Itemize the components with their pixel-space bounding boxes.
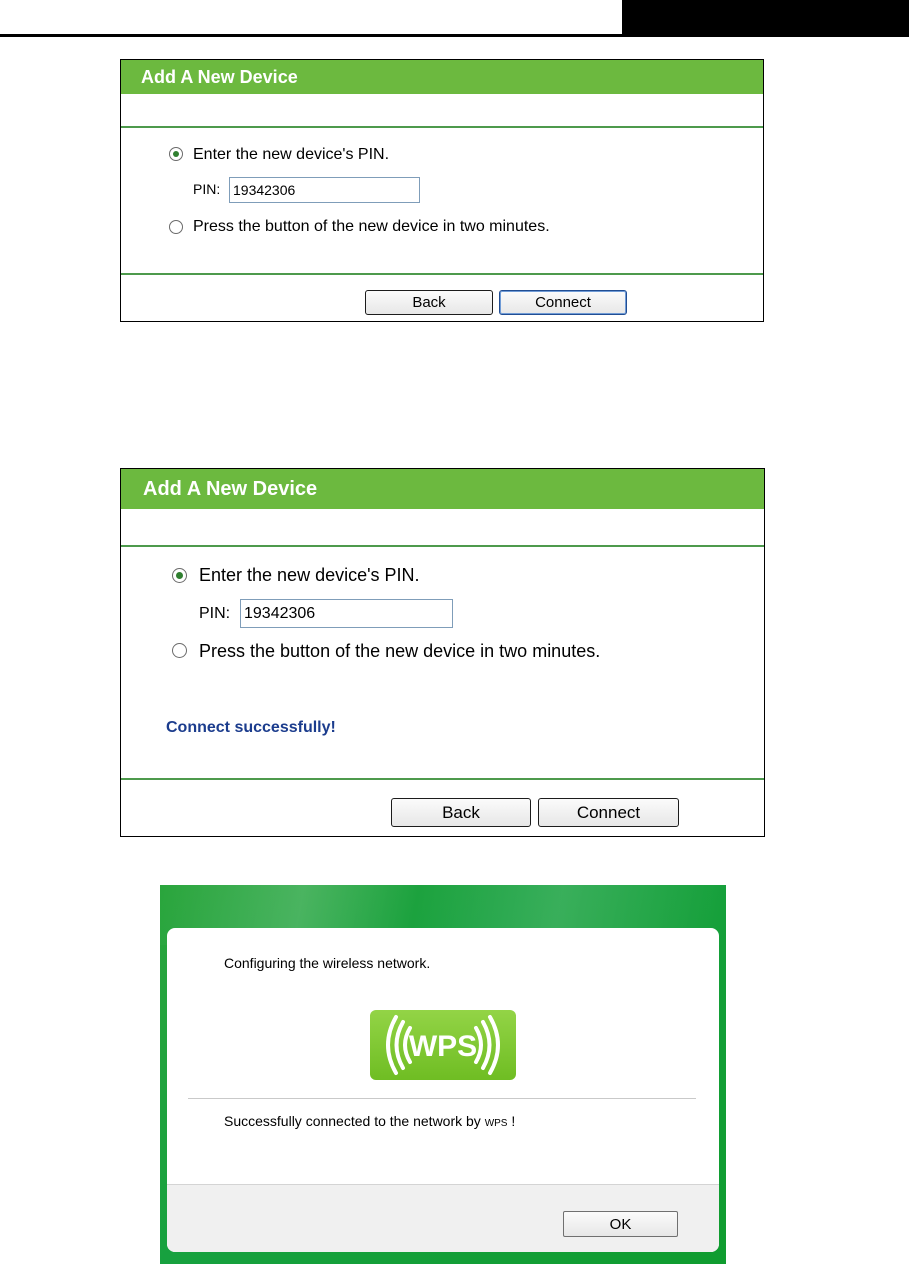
header-rule	[0, 34, 909, 37]
ok-button[interactable]: OK	[563, 1211, 678, 1237]
wps-logo-icon: WPS	[370, 1010, 516, 1080]
radio-selected-dot	[176, 572, 183, 579]
radio-pin-option[interactable]	[169, 147, 183, 161]
radio-pin-option[interactable]	[172, 568, 187, 583]
success-message: Successfully connected to the network by…	[224, 1113, 515, 1129]
success-message-prefix: Successfully connected to the network by	[224, 1113, 481, 1129]
pin-label: PIN:	[199, 605, 231, 622]
radio-selected-dot	[173, 151, 179, 157]
add-device-panel-initial: Add A New Device Enter the new device's …	[120, 59, 764, 322]
configuring-message: Configuring the wireless network.	[224, 955, 431, 971]
back-button[interactable]: Back	[391, 798, 531, 827]
divider	[188, 1098, 696, 1099]
divider	[121, 545, 764, 547]
wps-logo-graphic: WPS	[386, 1015, 500, 1075]
option-push-button-label: Press the button of the new device in tw…	[199, 641, 601, 661]
wps-dialog: Configuring the wireless network. WPS Su…	[160, 885, 726, 1264]
dialog-content: Configuring the wireless network. WPS Su…	[167, 928, 719, 1252]
option-pin-label: Enter the new device's PIN.	[199, 565, 420, 585]
connect-button[interactable]: Connect	[538, 798, 679, 827]
connect-button[interactable]: Connect	[499, 290, 627, 315]
header-black-block	[622, 0, 909, 37]
pin-input[interactable]	[240, 599, 453, 628]
divider	[121, 778, 764, 780]
wps-logo-text: WPS	[409, 1030, 477, 1063]
back-button[interactable]: Back	[365, 290, 493, 315]
option-pin-label: Enter the new device's PIN.	[193, 146, 390, 163]
pin-input[interactable]	[229, 177, 420, 203]
add-device-panel-success: Add A New Device Enter the new device's …	[120, 468, 765, 837]
option-push-button-label: Press the button of the new device in tw…	[193, 218, 550, 235]
radio-push-button-option[interactable]	[169, 220, 183, 234]
pin-label: PIN:	[193, 181, 221, 197]
success-message-wps: WPS	[484, 1118, 508, 1129]
divider	[121, 273, 763, 275]
panel-title: Add A New Device	[121, 60, 763, 94]
radio-push-button-option[interactable]	[172, 643, 187, 658]
success-message-suffix: !	[511, 1113, 516, 1129]
status-message: Connect successfully!	[166, 719, 336, 736]
divider	[121, 126, 763, 128]
panel-title: Add A New Device	[121, 469, 764, 509]
